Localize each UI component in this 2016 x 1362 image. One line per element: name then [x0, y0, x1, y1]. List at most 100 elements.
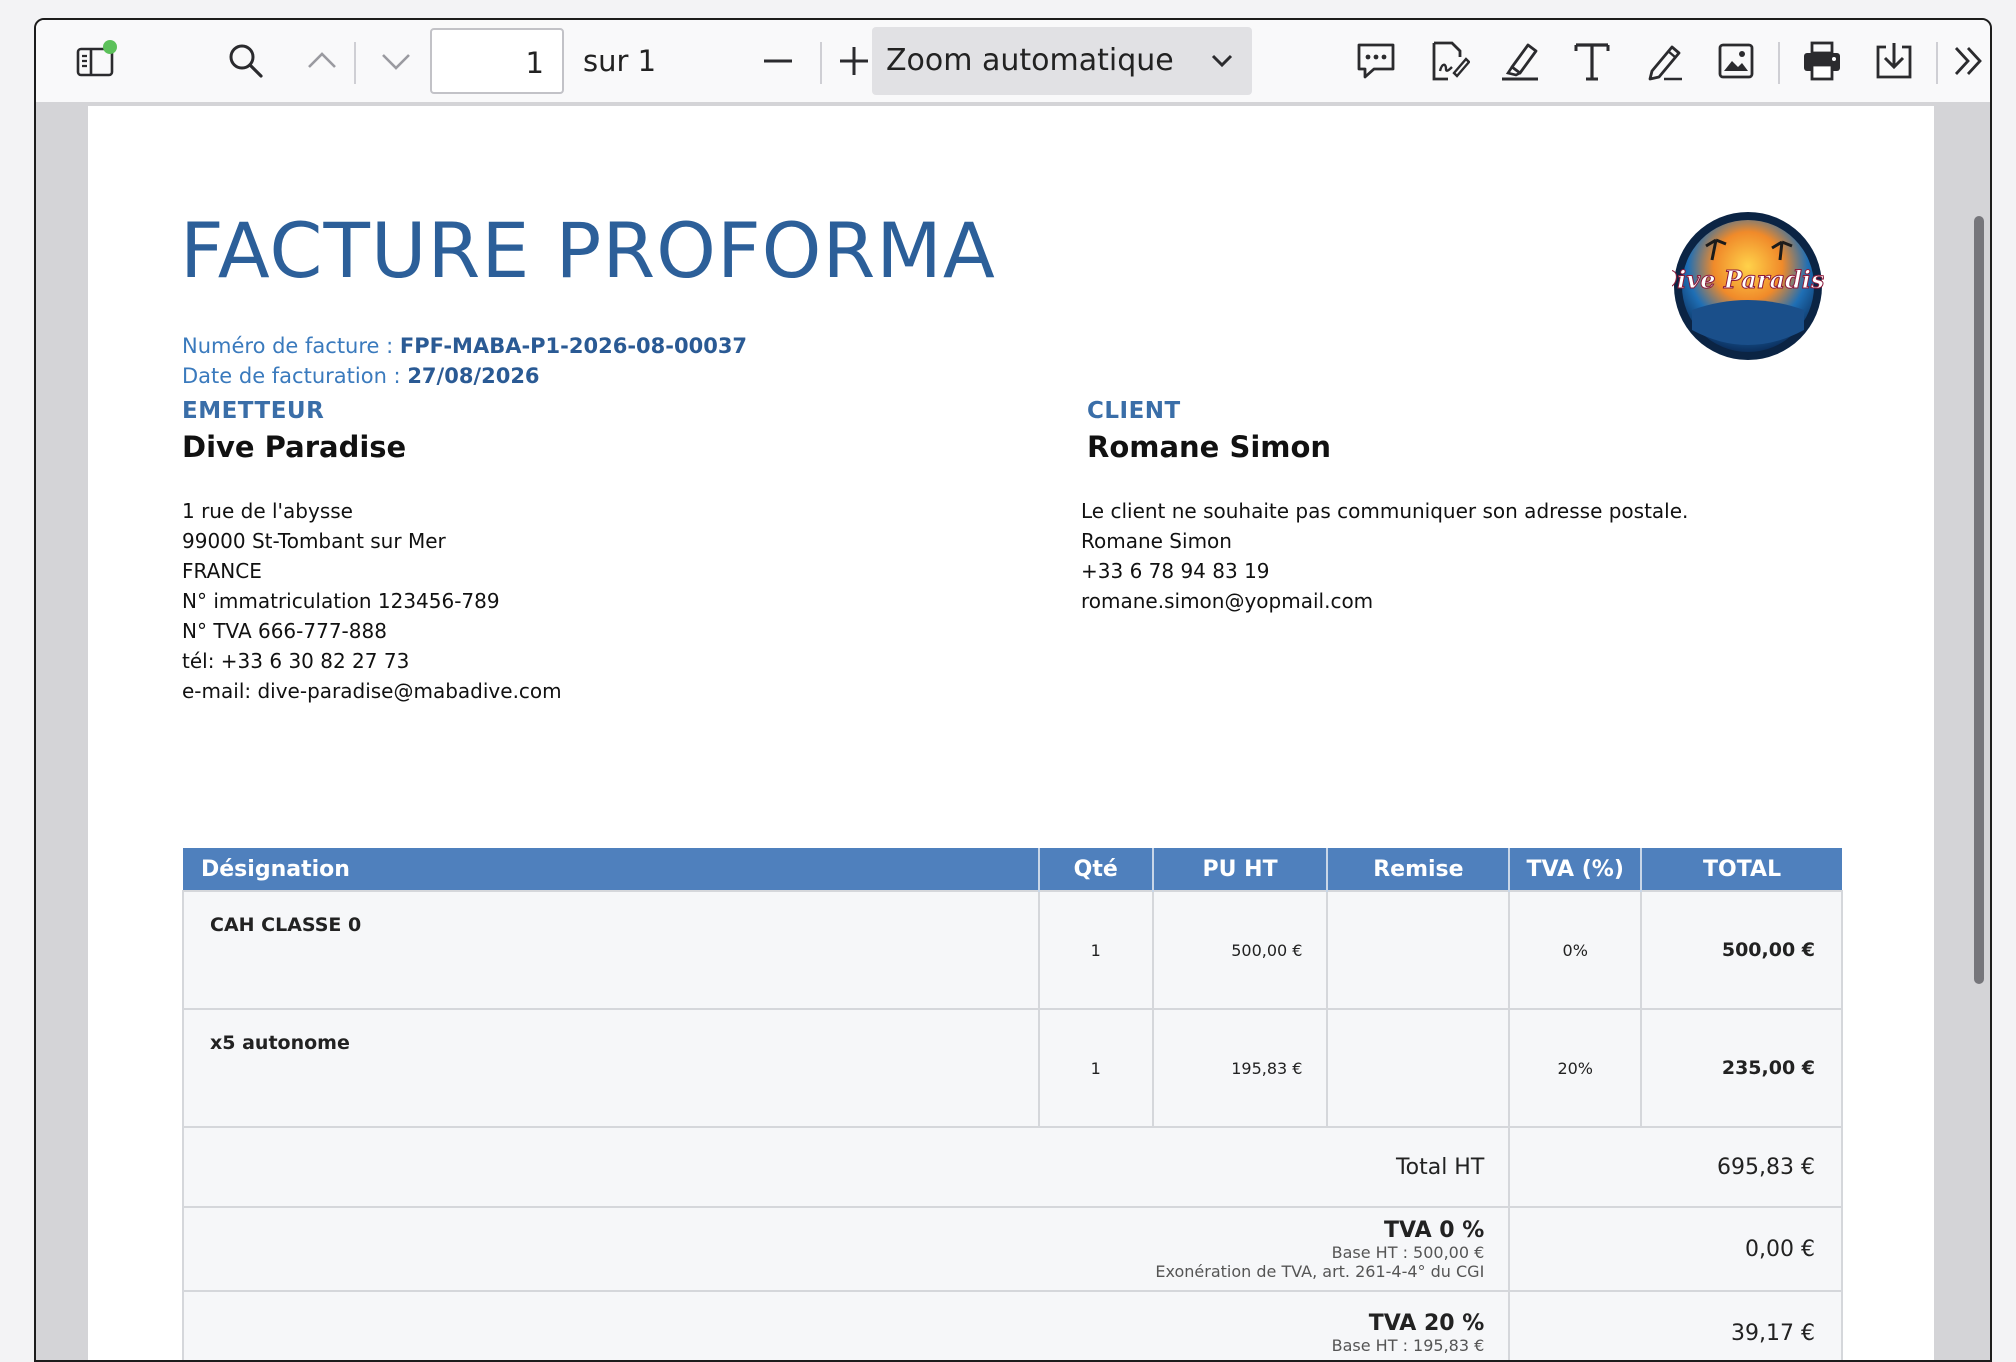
invoice-items-table: Désignation Qté PU HT Remise TVA (%) TOT… — [181, 848, 1843, 1360]
cell-remise — [1326, 1008, 1511, 1128]
tva0-note: Exonération de TVA, art. 261-4-4° du CGI — [1155, 1261, 1485, 1281]
tva0-base: Base HT : 500,00 € — [1331, 1242, 1485, 1262]
signature-icon — [1432, 41, 1470, 81]
search-icon — [229, 44, 263, 78]
logo-text: Dive Paradise — [1672, 265, 1824, 294]
cell-qty: 1 — [1037, 890, 1154, 1010]
zoom-in-button[interactable] — [834, 20, 874, 102]
print-button[interactable] — [1790, 20, 1854, 102]
toolbar-separator — [1778, 42, 1780, 84]
emitter-line: 1 rue de l'abysse — [182, 499, 353, 523]
company-logo: Dive Paradise — [1672, 212, 1824, 360]
zoom-select[interactable]: Zoom automatique — [872, 27, 1252, 95]
emitter-line: tél: +33 6 30 82 27 73 — [182, 649, 410, 673]
highlight-icon — [1502, 43, 1538, 81]
zoom-out-icon — [764, 59, 792, 63]
signature-button[interactable] — [1416, 20, 1480, 102]
client-line: Romane Simon — [1081, 529, 1232, 553]
table-row: CAH CLASSE 0 1 500,00 € 0% 500,00 € — [182, 890, 1843, 1010]
emitter-line: N° TVA 666-777-888 — [182, 619, 387, 643]
client-line: Le client ne souhaite pas communiquer so… — [1081, 499, 1689, 523]
invoice-number-value: FPF-MABA-P1-2026-08-00037 — [399, 334, 748, 358]
summary-row-total-ht: Total HT 695,83 € — [181, 1126, 1843, 1208]
pdf-viewer-window: 1 sur 1 Zoom automatique FACTURE PROFORM… — [34, 18, 1992, 1362]
toolbar-separator — [354, 42, 356, 84]
total-ht-label: Total HT — [1395, 1154, 1485, 1180]
print-icon — [1804, 41, 1840, 81]
emitter-line: 99000 St-Tombant sur Mer — [182, 529, 446, 553]
invoice-title: FACTURE PROFORMA — [180, 206, 996, 295]
invoice-date-value: 27/08/2026 — [407, 364, 540, 388]
tva0-label-cell: TVA 0 % Base HT : 500,00 € Exonération d… — [181, 1206, 1511, 1292]
cell-total: 235,00 € — [1640, 1008, 1843, 1128]
client-address: Le client ne souhaite pas communiquer so… — [1081, 496, 1688, 616]
toolbar-separator — [1936, 42, 1938, 84]
table-row: x5 autonome 1 195,83 € 20% 235,00 € — [182, 1008, 1843, 1128]
chevron-down-icon — [382, 54, 410, 70]
col-header-pu: PU HT — [1152, 848, 1329, 891]
client-line: +33 6 78 94 83 19 — [1081, 559, 1270, 583]
zoom-out-button[interactable] — [750, 20, 806, 102]
client-name: Romane Simon — [1087, 430, 1332, 464]
emitter-line: e-mail: dive-paradise@mabadive.com — [182, 679, 562, 703]
download-button[interactable] — [1862, 20, 1926, 102]
more-tools-button[interactable] — [1946, 20, 1990, 102]
total-ht-value: 695,83 € — [1508, 1126, 1843, 1208]
invoice-date: Date de facturation : 27/08/2026 — [182, 364, 540, 388]
summary-row-tva20: TVA 20 % Base HT : 195,83 € 39,17 € — [181, 1290, 1843, 1360]
toolbar-separator — [820, 42, 822, 84]
chevron-down-icon — [1211, 54, 1233, 68]
emitter-line: N° immatriculation 123456-789 — [182, 589, 500, 613]
page-number-input[interactable]: 1 — [430, 28, 564, 94]
viewer-toolbar: 1 sur 1 Zoom automatique — [36, 20, 1990, 103]
page-count-label: sur 1 — [583, 44, 657, 78]
text-icon — [1574, 43, 1610, 81]
tva0-label: TVA 0 % — [1384, 1217, 1485, 1243]
tva20-label: TVA 20 % — [1368, 1311, 1485, 1336]
col-header-designation: Désignation — [183, 848, 1040, 891]
tva20-label-cell: TVA 20 % Base HT : 195,83 € — [181, 1290, 1511, 1360]
sidebar-toggle-button[interactable] — [66, 20, 126, 102]
cell-designation: x5 autonome — [182, 1008, 1040, 1128]
cell-tva: 0% — [1508, 890, 1643, 1010]
tva20-value: 39,17 € — [1508, 1290, 1843, 1360]
draw-button[interactable] — [1632, 20, 1696, 102]
next-page-button[interactable] — [368, 20, 424, 102]
add-text-button[interactable] — [1560, 20, 1624, 102]
client-line: romane.simon@yopmail.com — [1081, 589, 1374, 613]
tva20-base: Base HT : 195,83 € — [1331, 1336, 1485, 1355]
cell-designation: CAH CLASSE 0 — [182, 890, 1040, 1010]
cell-tva: 20% — [1508, 1008, 1643, 1128]
cell-pu: 195,83 € — [1151, 1008, 1329, 1128]
cell-pu: 500,00 € — [1151, 890, 1329, 1010]
invoice-date-label: Date de facturation : — [182, 364, 408, 388]
col-header-qty: Qté — [1038, 848, 1154, 891]
col-header-tva: TVA (%) — [1509, 848, 1643, 891]
emitter-name: Dive Paradise — [182, 430, 407, 464]
draw-icon — [1648, 45, 1682, 81]
invoice-number-label: Numéro de facture : — [182, 334, 400, 358]
client-label: CLIENT — [1087, 398, 1181, 424]
cell-qty: 1 — [1037, 1008, 1154, 1128]
find-button[interactable] — [216, 20, 276, 102]
invoice-number: Numéro de facture : FPF-MABA-P1-2026-08-… — [182, 334, 747, 358]
emitter-label: EMETTEUR — [182, 398, 325, 424]
tva0-value: 0,00 € — [1508, 1206, 1843, 1292]
previous-page-button[interactable] — [294, 20, 350, 102]
comment-button[interactable] — [1344, 20, 1408, 102]
add-image-button[interactable] — [1704, 20, 1768, 102]
total-ht-label-cell: Total HT — [181, 1126, 1511, 1208]
highlight-button[interactable] — [1488, 20, 1552, 102]
pdf-page: FACTURE PROFORMA Numéro de facture : FPF… — [88, 106, 1934, 1360]
table-header-row: Désignation Qté PU HT Remise TVA (%) TOT… — [183, 848, 1842, 891]
image-icon — [1718, 43, 1754, 79]
summary-row-tva0: TVA 0 % Base HT : 500,00 € Exonération d… — [181, 1206, 1843, 1292]
comment-icon — [1357, 43, 1395, 79]
vertical-scrollbar[interactable] — [1974, 216, 1984, 984]
chevron-up-icon — [308, 52, 336, 68]
cell-remise — [1326, 890, 1511, 1010]
zoom-in-icon — [840, 47, 868, 75]
cell-total: 500,00 € — [1640, 890, 1843, 1010]
sidebar-toggle-icon — [76, 40, 117, 77]
more-tools-icon — [1954, 47, 1982, 75]
